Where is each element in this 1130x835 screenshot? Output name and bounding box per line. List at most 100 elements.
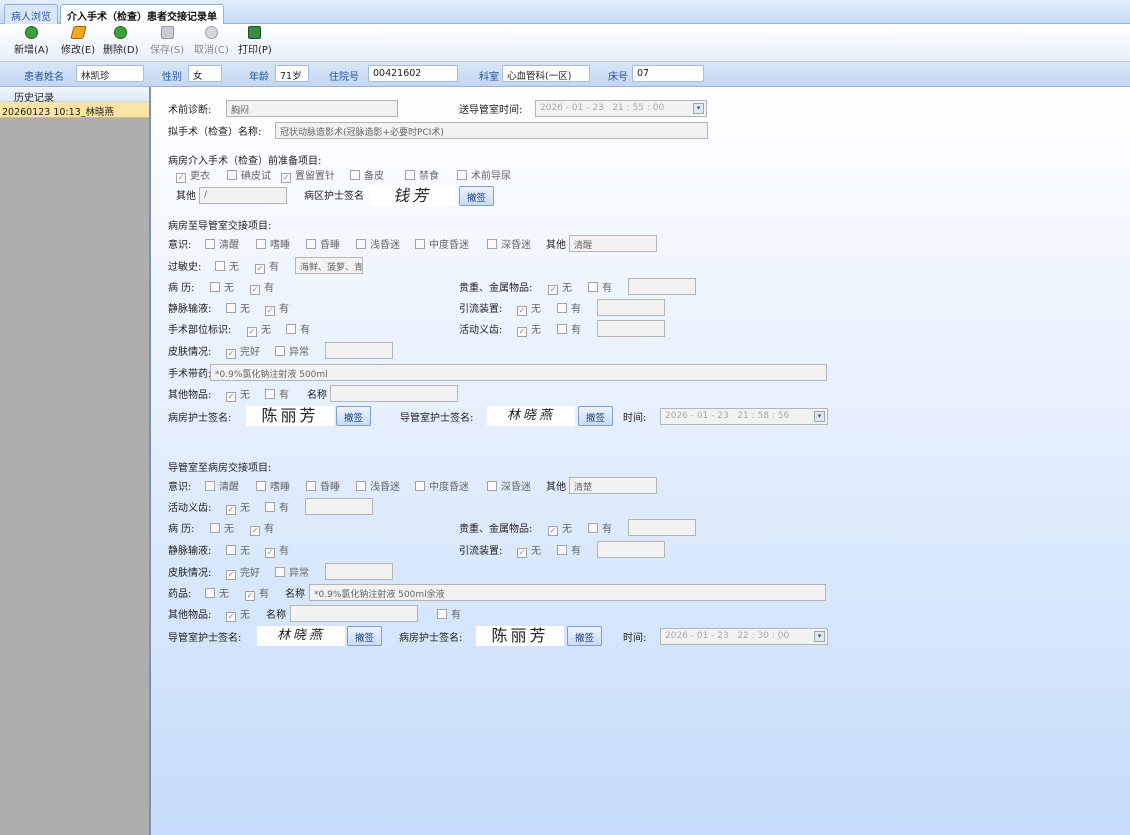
other-items-name-field-2[interactable] bbox=[290, 605, 418, 622]
withdraw-sig-button-3[interactable]: 撤签 bbox=[578, 406, 613, 426]
consciousness-2-checkbox-4[interactable]: 中度昏迷 bbox=[415, 478, 469, 493]
other-items-name-field[interactable] bbox=[330, 385, 458, 402]
print-button[interactable]: 打印(P) bbox=[238, 26, 272, 56]
time-label-1: 时间: bbox=[623, 413, 647, 424]
valuables-none-checkbox[interactable]: ✓ 无 bbox=[548, 279, 572, 295]
other-items-yes-checkbox-2[interactable]: 有 bbox=[437, 606, 461, 621]
cancel-button[interactable]: 取消(C) bbox=[194, 26, 229, 56]
history-yes-checkbox[interactable]: ✓ 有 bbox=[250, 279, 274, 295]
allergy-none-checkbox[interactable]: 无 bbox=[215, 258, 239, 273]
delete-button[interactable]: 删除(D) bbox=[103, 26, 139, 56]
site-mark-yes-checkbox[interactable]: 有 bbox=[286, 321, 310, 336]
other-items-name-label-2: 名称 bbox=[266, 610, 286, 621]
valuables-yes-checkbox-2[interactable]: 有 bbox=[588, 520, 612, 535]
denture-yes-checkbox[interactable]: 有 bbox=[557, 321, 581, 336]
consciousness-checkbox-0[interactable]: 清醒 bbox=[205, 236, 239, 251]
prep-item-checkbox-1[interactable]: 碘皮试 bbox=[227, 167, 271, 182]
allergy-yes-checkbox[interactable]: ✓ 有 bbox=[255, 258, 279, 274]
patient-name-label: 患者姓名 bbox=[24, 72, 64, 83]
chevron-down-icon[interactable]: ▾ bbox=[814, 631, 825, 642]
op-name-field[interactable]: 冠状动脉造影术(冠脉造影+必要时PCI术) bbox=[275, 122, 708, 139]
drug-none-checkbox-2[interactable]: 无 bbox=[205, 585, 229, 600]
skin-field-2[interactable] bbox=[325, 563, 393, 580]
withdraw-sig-button-2[interactable]: 撤签 bbox=[336, 406, 371, 426]
patient-info-bar: 患者姓名 林凯珍 性别 女 年龄 71岁 住院号 00421602 科室 心血管… bbox=[0, 62, 1130, 87]
consciousness-checkbox-2[interactable]: 昏睡 bbox=[306, 236, 340, 251]
prep-item-checkbox-5[interactable]: 术前导尿 bbox=[457, 167, 511, 182]
history-none-checkbox-2[interactable]: 无 bbox=[210, 520, 234, 535]
skin-abnormal-checkbox-2[interactable]: 异常 bbox=[275, 564, 309, 579]
iv-none-checkbox[interactable]: 无 bbox=[226, 300, 250, 315]
prep-item-checkbox-3[interactable]: 备皮 bbox=[350, 167, 384, 182]
history-label: 病 历: bbox=[168, 283, 195, 294]
other-items-none-checkbox-2[interactable]: ✓ 无 bbox=[226, 606, 250, 622]
skin-abnormal-checkbox[interactable]: 异常 bbox=[275, 343, 309, 358]
consciousness-2-checkbox-5[interactable]: 深昏迷 bbox=[487, 478, 531, 493]
skin-ok-checkbox-2[interactable]: ✓ 完好 bbox=[226, 564, 260, 580]
send-time-picker[interactable]: 2026 - 01 - 23 21 : 55 : 00 ▾ bbox=[535, 100, 707, 117]
consciousness-checkbox-4[interactable]: 中度昏迷 bbox=[415, 236, 469, 251]
denture-field[interactable] bbox=[597, 320, 665, 337]
consciousness-2-checkbox-1[interactable]: 嗜睡 bbox=[256, 478, 290, 493]
iv-yes-checkbox-2[interactable]: ✓ 有 bbox=[265, 542, 289, 558]
drug-yes-checkbox-2[interactable]: ✓ 有 bbox=[245, 585, 269, 601]
allergy-label: 过敏史: bbox=[168, 262, 202, 273]
drug-name-label-2: 名称 bbox=[285, 589, 305, 600]
drain-none-checkbox-2[interactable]: ✓ 无 bbox=[517, 542, 541, 558]
history-yes-checkbox-2[interactable]: ✓ 有 bbox=[250, 520, 274, 536]
denture-none-checkbox-2[interactable]: ✓ 无 bbox=[226, 499, 250, 515]
iv-yes-checkbox[interactable]: ✓ 有 bbox=[265, 300, 289, 316]
chevron-down-icon[interactable]: ▾ bbox=[693, 103, 704, 114]
prep-item-checkbox-4[interactable]: 禁食 bbox=[405, 167, 439, 182]
drain-field[interactable] bbox=[597, 299, 665, 316]
skin-ok-checkbox[interactable]: ✓ 完好 bbox=[226, 343, 260, 359]
chevron-down-icon[interactable]: ▾ bbox=[814, 411, 825, 422]
valuables-field-2[interactable] bbox=[628, 519, 696, 536]
consciousness-checkbox-3[interactable]: 浅昏迷 bbox=[356, 236, 400, 251]
valuables-yes-checkbox[interactable]: 有 bbox=[588, 279, 612, 294]
other-items-yes-checkbox[interactable]: 有 bbox=[265, 386, 289, 401]
prep-other-field[interactable]: / bbox=[199, 187, 287, 204]
consciousness-2-checkbox-3[interactable]: 浅昏迷 bbox=[356, 478, 400, 493]
edit-button[interactable]: 修改(E) bbox=[61, 26, 95, 56]
valuables-none-checkbox-2[interactable]: ✓ 无 bbox=[548, 520, 572, 536]
withdraw-sig-button-5[interactable]: 撤签 bbox=[567, 626, 602, 646]
site-mark-none-checkbox[interactable]: ✓ 无 bbox=[247, 321, 271, 337]
history-record-item[interactable]: 20260123 10:13_林晓燕 bbox=[0, 102, 149, 118]
consciousness-other-field-2[interactable]: 清楚 bbox=[569, 477, 657, 494]
tab-patient-browse[interactable]: 病人浏览 bbox=[4, 4, 58, 24]
op-drug-field[interactable]: *0.9%氯化钠注射液 500ml bbox=[210, 364, 827, 381]
handover-form: 术前诊断: 胸闷 送导管室时间: 2026 - 01 - 23 21 : 55 … bbox=[151, 87, 1130, 835]
allergy-text-field[interactable]: 海鲜、菠萝、青霉素 bbox=[295, 257, 363, 274]
handover-time-picker-1[interactable]: 2026 - 01 - 23 21 : 58 : 56 ▾ bbox=[660, 408, 828, 425]
consciousness-2-checkbox-0[interactable]: 清醒 bbox=[205, 478, 239, 493]
drain-none-checkbox[interactable]: ✓ 无 bbox=[517, 300, 541, 316]
bed-field: 07 bbox=[632, 65, 704, 82]
drain-field-2[interactable] bbox=[597, 541, 665, 558]
denture-field-2[interactable] bbox=[305, 498, 373, 515]
other-items-none-checkbox[interactable]: ✓ 无 bbox=[226, 386, 250, 402]
iv-none-checkbox-2[interactable]: 无 bbox=[226, 542, 250, 557]
denture-yes-checkbox-2[interactable]: 有 bbox=[265, 499, 289, 514]
drain-yes-checkbox-2[interactable]: 有 bbox=[557, 542, 581, 557]
drain-yes-checkbox[interactable]: 有 bbox=[557, 300, 581, 315]
denture-none-checkbox[interactable]: ✓ 无 bbox=[517, 321, 541, 337]
withdraw-sig-button-4[interactable]: 撤签 bbox=[347, 626, 382, 646]
cath-sig-label-1: 导管室护士签名: bbox=[400, 413, 474, 424]
handover-time-picker-2[interactable]: 2026 - 01 - 23 22 : 30 : 00 ▾ bbox=[660, 628, 828, 645]
tab-handover-record[interactable]: 介入手术（检查）患者交接记录单 bbox=[60, 4, 224, 24]
valuables-field[interactable] bbox=[628, 278, 696, 295]
consciousness-other-field[interactable]: 清醒 bbox=[569, 235, 657, 252]
prep-item-checkbox-2[interactable]: ✓ 置留置针 bbox=[281, 167, 335, 183]
save-button[interactable]: 保存(S) bbox=[150, 26, 184, 56]
consciousness-checkbox-1[interactable]: 嗜睡 bbox=[256, 236, 290, 251]
prep-item-checkbox-0[interactable]: ✓ 更衣 bbox=[176, 167, 210, 183]
drug-name-field-2[interactable]: *0.9%氯化钠注射液 500ml余液 bbox=[309, 584, 826, 601]
new-button[interactable]: 新增(A) bbox=[14, 26, 49, 56]
withdraw-sig-button-1[interactable]: 撤签 bbox=[459, 186, 494, 206]
history-none-checkbox[interactable]: 无 bbox=[210, 279, 234, 294]
skin-field[interactable] bbox=[325, 342, 393, 359]
consciousness-2-checkbox-2[interactable]: 昏睡 bbox=[306, 478, 340, 493]
consciousness-checkbox-5[interactable]: 深昏迷 bbox=[487, 236, 531, 251]
diagnosis-field[interactable]: 胸闷 bbox=[226, 100, 398, 117]
